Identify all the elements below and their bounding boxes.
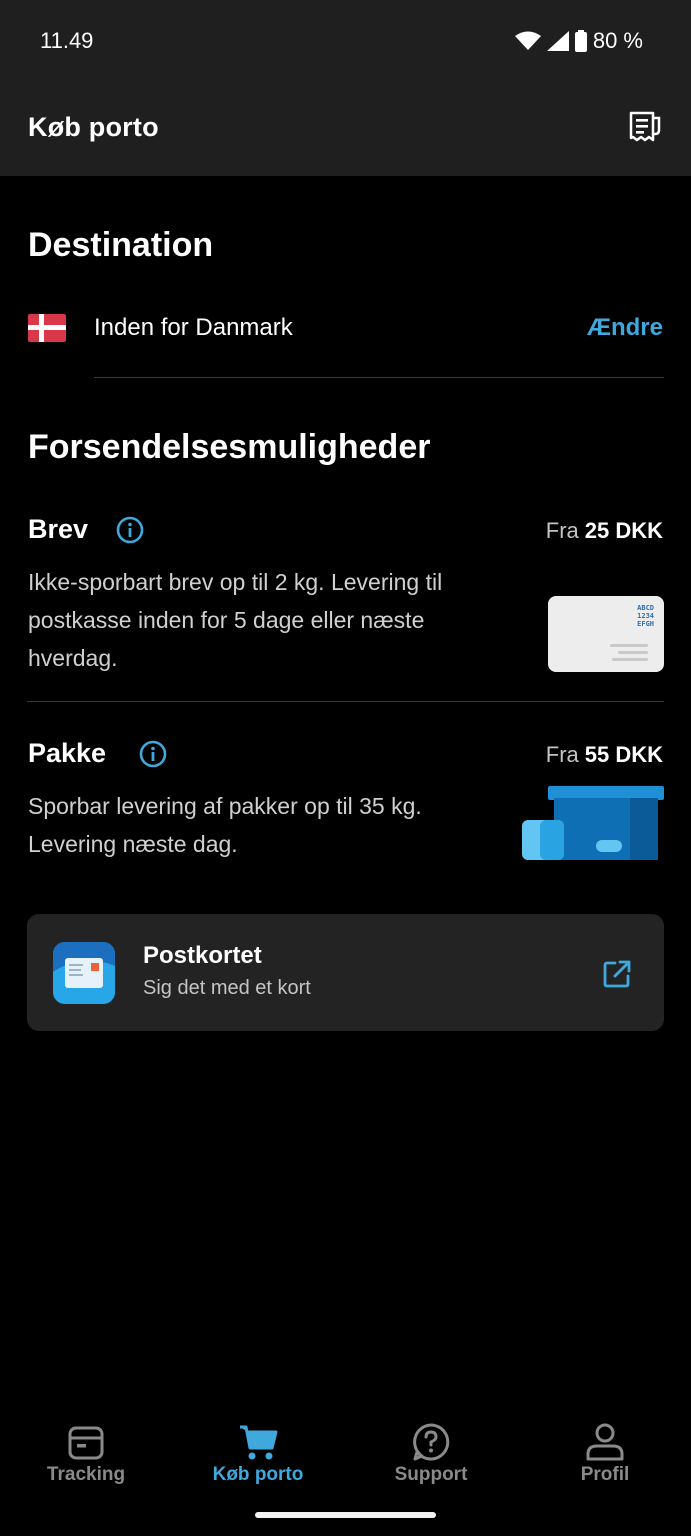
price-amount: 55 DKK [584,742,663,767]
price-amount: 25 DKK [584,518,663,543]
package-icon [68,1426,104,1460]
nav-item-profile[interactable]: Profil [535,1412,675,1486]
battery-icon [574,30,587,52]
external-link-icon[interactable] [602,959,632,989]
destination-label: Inden for Danmark [94,314,293,341]
description-line: Levering næste dag. [28,831,238,857]
divider [94,377,664,378]
nav-label: Tracking [46,1464,126,1485]
postcard-title: Postkortet [143,942,262,969]
description-line: hverdag. [28,645,118,671]
nav-item-buy-postage[interactable]: Køb porto [188,1412,328,1486]
signal-icon [546,31,569,51]
bottom-navigation: Tracking Køb porto Support Profil [0,1412,691,1502]
letter-illustration: ABCD 1234 EFGH [548,596,664,672]
package-illustration [522,786,664,860]
destination-row: Inden for Danmark Ændre [28,306,663,350]
postcard-card[interactable]: Postkortet Sig det med et kort [27,914,664,1031]
app-header: 11.49 80 % Køb porto [0,0,691,176]
home-indicator[interactable] [255,1512,436,1518]
price-prefix: Fra [545,742,579,767]
status-time: 11.49 [40,28,94,53]
user-icon [586,1423,624,1461]
option-price: Fra 25 DKK [546,518,663,544]
battery-level: 80 % [592,28,643,53]
nav-label: Profil [580,1464,630,1485]
option-price: Fra 55 DKK [546,742,663,768]
option-description: Ikke-sporbart brev op til 2 kg. Levering… [28,563,442,677]
postcard-app-icon [53,942,115,1004]
nav-item-tracking[interactable]: Tracking [16,1412,156,1486]
letter-address-text: ABCD 1234 EFGH [637,604,654,628]
shipping-options-heading: Forsendelsesmuligheder [28,428,431,466]
cart-icon [240,1425,278,1460]
nav-label: Support [394,1464,468,1485]
question-icon [413,1423,450,1461]
change-destination-link[interactable]: Ændre [587,314,663,342]
info-icon[interactable] [139,740,167,768]
divider [27,701,664,702]
description-line: Sporbar levering af pakker op til 35 kg. [28,793,422,819]
nav-label: Køb porto [212,1464,304,1485]
status-icons: 80 % [514,28,643,54]
option-description: Sporbar levering af pakker op til 35 kg.… [28,787,422,863]
receipt-icon[interactable] [627,110,661,148]
denmark-flag-icon [28,314,66,342]
price-prefix: Fra [545,518,579,543]
description-line: Ikke-sporbart brev op til 2 kg. Levering… [28,569,443,595]
option-name: Brev [28,514,89,544]
destination-heading: Destination [28,226,214,264]
nav-item-support[interactable]: Support [361,1412,501,1486]
option-name: Pakke [28,738,107,768]
page-title: Køb porto [28,112,159,142]
description-line: postkasse inden for 5 dage eller næste [28,607,425,633]
info-icon[interactable] [116,516,144,544]
wifi-icon [514,31,541,50]
postcard-subtitle: Sig det med et kort [143,977,311,999]
